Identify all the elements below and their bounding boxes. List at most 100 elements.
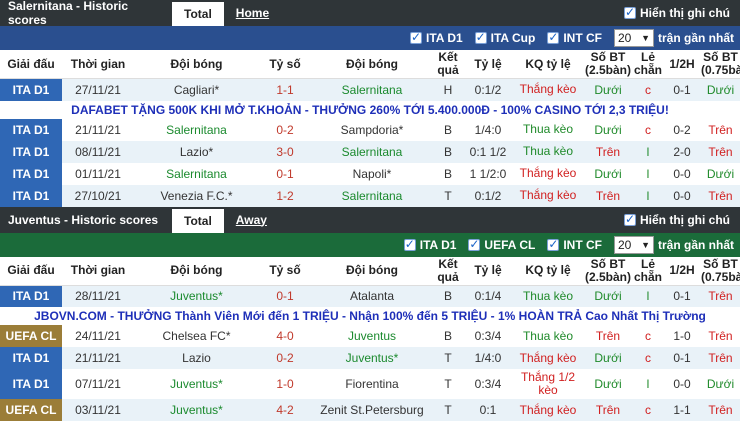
promo-banner[interactable]: DAFABET TẶNG 500K KHI MỞ T.KHOẢN - THƯỞN… [0,101,740,119]
filter-int-cf[interactable]: INT CF [547,238,602,252]
column-header: Thời gian [62,50,134,79]
filter-uefa-cl[interactable]: UEFA CL [468,238,535,252]
tab-home[interactable]: Home [224,0,281,26]
checkbox-icon[interactable] [468,239,480,251]
away-team-cell[interactable]: Atalanta [311,285,433,307]
away-team-cell[interactable]: Napoli* [311,163,433,185]
score-cell[interactable]: 1-1 [259,79,311,101]
date-cell: 24/11/21 [62,325,134,347]
filter-ita-d1[interactable]: ITA D1 [410,31,463,45]
score-cell[interactable]: 0-2 [259,347,311,369]
checkbox-icon[interactable] [624,7,636,19]
half-time-cell: 0-2 [663,119,701,141]
checkbox-icon[interactable] [475,32,487,44]
column-header: 1/2H [663,257,701,286]
odd-even-cell: c [633,79,663,101]
result-cell: H [433,79,463,101]
league-cell[interactable]: UEFA CL [0,399,62,421]
filter-label: UEFA CL [484,238,535,252]
date-cell: 21/11/21 [62,347,134,369]
promo-banner[interactable]: JBOVN.COM - THƯỞNG Thành Viên Mới đến 1 … [0,307,740,325]
select-suffix: trận gần nhất [658,31,734,45]
league-cell[interactable]: ITA D1 [0,163,62,185]
filter-ita-d1[interactable]: ITA D1 [404,238,457,252]
home-team-cell[interactable]: Juventus* [134,285,259,307]
goals-075-cell: Dưới [701,369,740,399]
score-cell[interactable]: 4-2 [259,399,311,421]
league-cell[interactable]: ITA D1 [0,185,62,207]
odd-even-cell: l [633,141,663,163]
odds-cell: 1/4:0 [463,119,513,141]
table-row: ITA D121/11/21Lazio0-2Juventus*T1/4:0Thắ… [0,347,740,369]
home-team-cell[interactable]: Chelsea FC* [134,325,259,347]
chevron-down-icon: ▼ [641,33,650,43]
show-notes-label: Hiển thị ghi chú [640,213,730,227]
checkbox-icon[interactable] [547,32,559,44]
match-count-select[interactable]: 20▼ [614,29,654,47]
league-cell[interactable]: ITA D1 [0,285,62,307]
checkbox-icon[interactable] [624,214,636,226]
score-cell[interactable]: 0-1 [259,163,311,185]
league-cell[interactable]: ITA D1 [0,369,62,399]
column-header: Tỷ số [259,50,311,79]
score-cell[interactable]: 1-2 [259,185,311,207]
home-team-cell[interactable]: Juventus* [134,399,259,421]
goals-25-cell: Trên [583,185,633,207]
checkbox-icon[interactable] [547,239,559,251]
home-team-cell[interactable]: Cagliari* [134,79,259,101]
home-team-cell[interactable]: Salernitana [134,163,259,185]
table-row: ITA D127/10/21Venezia F.C.*1-2Salernitan… [0,185,740,207]
score-cell[interactable]: 0-1 [259,285,311,307]
score-cell[interactable]: 3-0 [259,141,311,163]
away-team-cell[interactable]: Juventus [311,325,433,347]
odd-even-cell: c [633,119,663,141]
league-cell[interactable]: ITA D1 [0,347,62,369]
filter-ita-cup[interactable]: ITA Cup [475,31,536,45]
away-team-cell[interactable]: Zenit St.Petersburg [311,399,433,421]
league-cell[interactable]: ITA D1 [0,119,62,141]
show-notes-toggle[interactable]: Hiển thị ghi chú [624,207,740,233]
score-cell[interactable]: 1-0 [259,369,311,399]
table-row: ITA D107/11/21Juventus*1-0FiorentinaT0:3… [0,369,740,399]
column-header: Đội bóng [134,50,259,79]
show-notes-toggle[interactable]: Hiển thị ghi chú [624,0,740,26]
home-team-cell[interactable]: Juventus* [134,369,259,399]
score-cell[interactable]: 4-0 [259,325,311,347]
odds-result-cell: Thua kèo [513,141,583,163]
filter-int-cf[interactable]: INT CF [547,31,602,45]
column-header: Đội bóng [134,257,259,286]
tab-total[interactable]: Total [172,2,224,26]
league-cell[interactable]: ITA D1 [0,141,62,163]
away-team-cell[interactable]: Fiorentina [311,369,433,399]
league-cell[interactable]: UEFA CL [0,325,62,347]
odds-cell: 1/4:0 [463,347,513,369]
match-count-select[interactable]: 20▼ [614,236,654,254]
away-team-cell[interactable]: Juventus* [311,347,433,369]
column-header: Số BT (2.5bàn) [583,257,633,286]
home-team-cell[interactable]: Salernitana [134,119,259,141]
tab-away[interactable]: Away [224,207,279,233]
checkbox-icon[interactable] [404,239,416,251]
away-team-cell[interactable]: Salernitana [311,141,433,163]
home-team-cell[interactable]: Lazio* [134,141,259,163]
home-team-cell[interactable]: Venezia F.C.* [134,185,259,207]
promo-banner-row[interactable]: JBOVN.COM - THƯỞNG Thành Viên Mới đến 1 … [0,307,740,325]
table-row: ITA D128/11/21Juventus*0-1AtalantaB0:1/4… [0,285,740,307]
score-cell[interactable]: 0-2 [259,119,311,141]
tab-total[interactable]: Total [172,209,224,233]
league-cell[interactable]: ITA D1 [0,79,62,101]
away-team-cell[interactable]: Salernitana [311,79,433,101]
odds-result-cell: Thua kèo [513,285,583,307]
odds-cell: 0:1 [463,399,513,421]
half-time-cell: 0-0 [663,369,701,399]
away-team-cell[interactable]: Sampdoria* [311,119,433,141]
home-team-cell[interactable]: Lazio [134,347,259,369]
section2-filter-bar: ITA D1 UEFA CL INT CF 20▼ trận gần nhất [0,233,740,257]
section1-header: Salernitana - Historic scores Total Home… [0,0,740,26]
checkbox-icon[interactable] [410,32,422,44]
table-row: ITA D108/11/21Lazio*3-0SalernitanaB0:1 1… [0,141,740,163]
column-header: Lẻ chẵn [633,257,663,286]
odds-result-cell: Thắng kèo [513,163,583,185]
promo-banner-row[interactable]: DAFABET TẶNG 500K KHI MỞ T.KHOẢN - THƯỞN… [0,101,740,119]
away-team-cell[interactable]: Salernitana [311,185,433,207]
